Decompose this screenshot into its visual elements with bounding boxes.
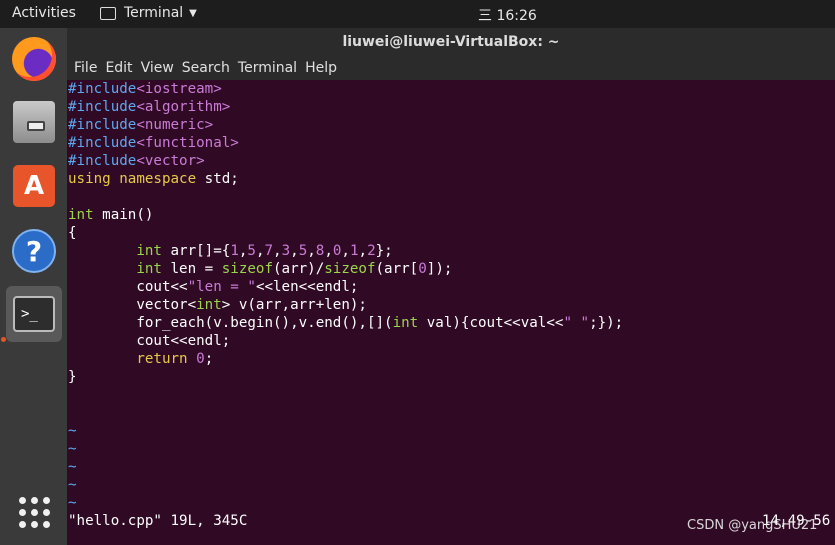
clock[interactable]: 三 16:26 (478, 5, 537, 25)
active-indicator (1, 337, 6, 342)
menu-bar: File Edit View Search Terminal Help (67, 56, 835, 80)
code-line: ~ (68, 423, 77, 439)
software-icon: A (13, 165, 55, 207)
code-line: #include<algorithm> (68, 99, 231, 115)
code-line: cout<<"len = "<<len<<endl; (68, 279, 359, 295)
code-line: using namespace std; (68, 171, 239, 187)
code-line: cout<<endl; (136, 333, 231, 349)
code-line: #include<vector> (68, 153, 205, 169)
code-line: return 0; (136, 351, 214, 367)
dock-firefox[interactable] (6, 31, 62, 87)
menu-file[interactable]: File (74, 60, 97, 76)
menu-edit[interactable]: Edit (105, 60, 132, 76)
help-icon: ? (12, 229, 56, 273)
terminal-icon: >_ (13, 296, 55, 332)
menu-help[interactable]: Help (305, 60, 337, 76)
files-icon (13, 101, 55, 143)
firefox-icon (12, 37, 56, 81)
menu-search[interactable]: Search (182, 60, 230, 76)
dock-show-apps[interactable] (6, 484, 62, 540)
menu-view[interactable]: View (141, 60, 174, 76)
code-line: vector<int> v(arr,arr+len); (68, 297, 367, 313)
show-apps-icon (18, 496, 50, 528)
dock-terminal[interactable]: >_ (6, 286, 62, 342)
dock-files[interactable] (6, 94, 62, 150)
window-title: liuwei@liuwei-VirtualBox: ~ (67, 28, 835, 56)
code-line: int main() (68, 207, 154, 223)
code-line: ~ (68, 495, 77, 511)
code-line: ~ (68, 459, 77, 475)
chevron-down-icon: ▼ (189, 7, 197, 19)
code-line: #include<iostream> (68, 81, 222, 97)
code-line: int arr[]={1,5,7,3,5,8,0,1,2}; (136, 243, 393, 259)
dock-help[interactable]: ? (6, 223, 62, 279)
menu-terminal[interactable]: Terminal (238, 60, 297, 76)
dock-software[interactable]: A (6, 158, 62, 214)
watermark: CSDN @yangSHU21 (687, 518, 818, 533)
top-bar: Activities Terminal ▼ 三 16:26 (0, 0, 835, 28)
code-line: #include<functional> (68, 135, 239, 151)
code-line: ~ (68, 477, 77, 493)
code-editor[interactable]: #include<iostream> #include<algorithm> #… (68, 80, 623, 512)
code-line: int len = sizeof(arr)/sizeof(arr[0]); (136, 261, 453, 277)
terminal-body[interactable]: #include<iostream> #include<algorithm> #… (67, 80, 835, 545)
code-line: } (68, 369, 77, 385)
code-line: ~ (68, 441, 77, 457)
terminal-small-icon (100, 6, 116, 20)
code-line: for_each(v.begin(),v.end(),[](int val){c… (68, 315, 624, 331)
vim-status-line: "hello.cpp" 19L, 345C (68, 513, 248, 529)
app-menu-label: Terminal (124, 5, 184, 21)
code-line: #include<numeric> (68, 117, 214, 133)
activities-button[interactable]: Activities (12, 5, 76, 21)
notification-icon: 三 (478, 8, 492, 24)
code-line: { (68, 225, 77, 241)
dock: A ? >_ (0, 28, 67, 545)
clock-time: 16:26 (496, 8, 537, 24)
app-menu[interactable]: Terminal ▼ (100, 5, 197, 21)
